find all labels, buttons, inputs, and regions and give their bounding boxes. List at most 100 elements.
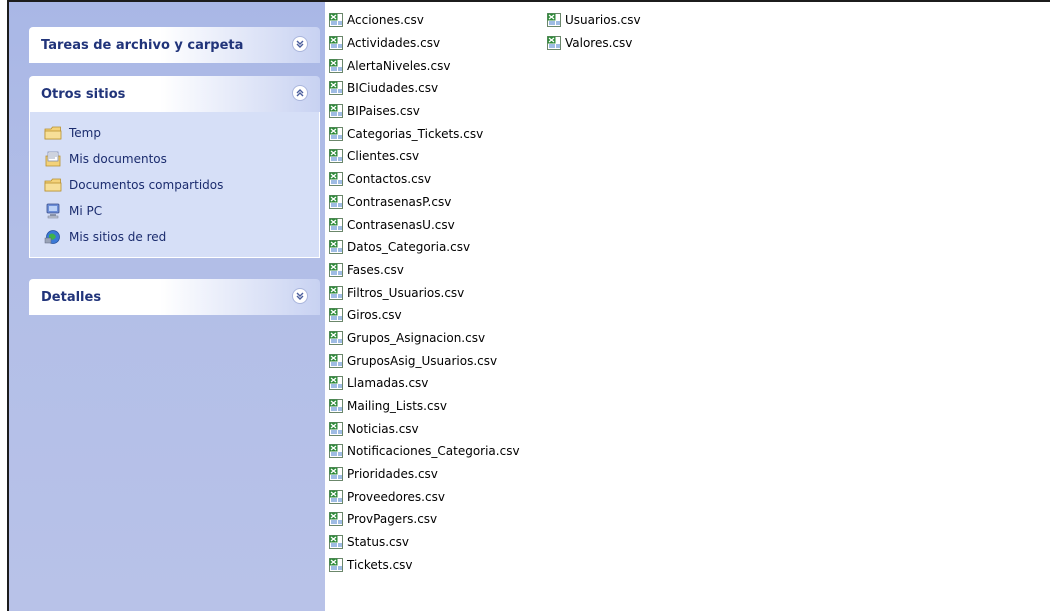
file-name: Giros.csv	[347, 308, 402, 323]
place-link-shared-documents[interactable]: Documentos compartidos	[30, 172, 319, 198]
excel-csv-icon	[329, 194, 345, 210]
file-item[interactable]: BICiudades.csv	[329, 77, 520, 100]
panel-header-tasks[interactable]: Tareas de archivo y carpeta	[29, 27, 320, 63]
place-link-label: Temp	[69, 126, 101, 140]
panel-header-other-places[interactable]: Otros sitios	[29, 76, 320, 112]
file-name: Grupos_Asignacion.csv	[347, 330, 486, 345]
file-name: AlertaNiveles.csv	[347, 58, 451, 73]
file-name: Proveedores.csv	[347, 489, 445, 504]
file-item[interactable]: Proveedores.csv	[329, 485, 520, 508]
excel-csv-icon	[547, 12, 563, 28]
place-link-label: Mis sitios de red	[69, 230, 167, 244]
file-name: Noticias.csv	[347, 421, 419, 436]
file-item[interactable]: Filtros_Usuarios.csv	[329, 281, 520, 304]
file-list-column-2: Usuarios.csv Valores.csv	[547, 9, 641, 54]
excel-csv-icon	[547, 35, 563, 51]
file-item[interactable]: Prioridades.csv	[329, 463, 520, 486]
file-item[interactable]: Mailing_Lists.csv	[329, 395, 520, 418]
file-list-column-1: Acciones.csv Actividades.csv AlertaNivel…	[329, 9, 520, 576]
file-name: Status.csv	[347, 535, 410, 550]
file-item[interactable]: Status.csv	[329, 531, 520, 554]
network-places-icon	[44, 228, 62, 246]
folder-icon	[44, 124, 62, 142]
collapse-chevron-icon[interactable]	[292, 85, 308, 101]
panel-file-folder-tasks: Tareas de archivo y carpeta	[29, 27, 320, 63]
file-item[interactable]: Noticias.csv	[329, 417, 520, 440]
excel-csv-icon	[329, 103, 345, 119]
excel-csv-icon	[329, 12, 345, 28]
task-pane: Tareas de archivo y carpeta Otros sitios…	[9, 2, 325, 611]
file-item[interactable]: Grupos_Asignacion.csv	[329, 327, 520, 350]
file-name: Datos_Categoria.csv	[347, 240, 471, 255]
place-link-temp[interactable]: Temp	[30, 120, 319, 146]
file-item[interactable]: Llamadas.csv	[329, 372, 520, 395]
excel-csv-icon	[329, 330, 345, 346]
file-name: ProvPagers.csv	[347, 512, 438, 527]
file-item[interactable]: Actividades.csv	[329, 32, 520, 55]
file-item[interactable]: BIPaises.csv	[329, 100, 520, 123]
excel-csv-icon	[329, 511, 345, 527]
file-item[interactable]: Fases.csv	[329, 259, 520, 282]
file-item[interactable]: Usuarios.csv	[547, 9, 641, 32]
excel-csv-icon	[329, 421, 345, 437]
folder-icon	[44, 176, 62, 194]
file-item[interactable]: Valores.csv	[547, 32, 641, 55]
excel-csv-icon	[329, 171, 345, 187]
place-link-label: Mis documentos	[69, 152, 167, 166]
file-name: Filtros_Usuarios.csv	[347, 285, 465, 300]
file-item[interactable]: Contactos.csv	[329, 168, 520, 191]
excel-csv-icon	[329, 353, 345, 369]
excel-csv-icon	[329, 80, 345, 96]
panel-title: Tareas de archivo y carpeta	[41, 37, 244, 53]
file-name: Acciones.csv	[347, 13, 424, 28]
excel-csv-icon	[329, 375, 345, 391]
place-link-network-places[interactable]: Mis sitios de red	[30, 224, 319, 250]
excel-csv-icon	[329, 262, 345, 278]
file-item[interactable]: ContrasenasP.csv	[329, 191, 520, 214]
my-documents-icon	[44, 150, 62, 168]
file-name: Notificaciones_Categoria.csv	[347, 444, 520, 459]
excel-csv-icon	[329, 148, 345, 164]
excel-csv-icon	[329, 307, 345, 323]
file-item[interactable]: ContrasenasU.csv	[329, 213, 520, 236]
file-name: BICiudades.csv	[347, 81, 439, 96]
file-name: Actividades.csv	[347, 36, 441, 51]
file-item[interactable]: Datos_Categoria.csv	[329, 236, 520, 259]
file-name: Categorias_Tickets.csv	[347, 126, 484, 141]
file-name: Llamadas.csv	[347, 376, 429, 391]
expand-chevron-icon[interactable]	[292, 36, 308, 52]
expand-chevron-icon[interactable]	[292, 288, 308, 304]
place-link-my-computer[interactable]: Mi PC	[30, 198, 319, 224]
excel-csv-icon	[329, 443, 345, 459]
excel-csv-icon	[329, 35, 345, 51]
place-link-label: Mi PC	[69, 204, 103, 218]
excel-csv-icon	[329, 58, 345, 74]
file-name: Prioridades.csv	[347, 467, 438, 482]
file-item[interactable]: ProvPagers.csv	[329, 508, 520, 531]
file-item[interactable]: Tickets.csv	[329, 554, 520, 577]
panel-title: Otros sitios	[41, 86, 126, 102]
file-name: Usuarios.csv	[565, 13, 641, 28]
panel-body-other-places: Temp Mis documentos Documentos compartid…	[29, 112, 320, 258]
excel-csv-icon	[329, 398, 345, 414]
excel-csv-icon	[329, 239, 345, 255]
file-name: Valores.csv	[565, 36, 633, 51]
file-item[interactable]: Categorias_Tickets.csv	[329, 122, 520, 145]
file-item[interactable]: AlertaNiveles.csv	[329, 54, 520, 77]
file-name: Contactos.csv	[347, 172, 432, 187]
file-item[interactable]: Acciones.csv	[329, 9, 520, 32]
file-item[interactable]: Notificaciones_Categoria.csv	[329, 440, 520, 463]
panel-header-details[interactable]: Detalles	[29, 279, 320, 315]
file-name: Mailing_Lists.csv	[347, 399, 447, 414]
excel-csv-icon	[329, 217, 345, 233]
file-name: ContrasenasP.csv	[347, 194, 452, 209]
excel-csv-icon	[329, 126, 345, 142]
file-item[interactable]: GruposAsig_Usuarios.csv	[329, 349, 520, 372]
file-name: Clientes.csv	[347, 149, 420, 164]
file-item[interactable]: Clientes.csv	[329, 145, 520, 168]
file-name: GruposAsig_Usuarios.csv	[347, 353, 498, 368]
excel-csv-icon	[329, 285, 345, 301]
place-link-my-documents[interactable]: Mis documentos	[30, 146, 319, 172]
panel-details: Detalles	[29, 279, 320, 315]
file-item[interactable]: Giros.csv	[329, 304, 520, 327]
